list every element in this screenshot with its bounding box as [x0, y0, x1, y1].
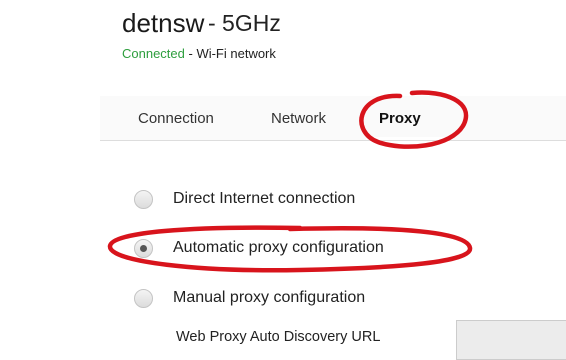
radio-automatic-proxy[interactable]: [134, 238, 153, 258]
wpad-url-input[interactable]: [456, 320, 566, 360]
option-direct-label: Direct Internet connection: [173, 190, 356, 207]
radio-manual-proxy[interactable]: [134, 288, 153, 308]
network-band: - 5GHz: [208, 10, 281, 36]
status-network-type: - Wi-Fi network: [184, 46, 276, 61]
option-automatic-proxy[interactable]: Automatic proxy configuration: [134, 235, 384, 261]
option-direct-connection[interactable]: Direct Internet connection: [134, 186, 355, 212]
settings-tabs: Connection Network Proxy: [100, 96, 566, 141]
option-manual-proxy[interactable]: Manual proxy configuration: [134, 285, 365, 311]
tab-proxy[interactable]: Proxy: [379, 110, 421, 127]
wpad-url-label: Web Proxy Auto Discovery URL: [176, 329, 381, 345]
connection-status: Connected - Wi-Fi network: [122, 46, 276, 61]
option-manual-label: Manual proxy configuration: [173, 289, 366, 306]
tab-network[interactable]: Network: [271, 110, 326, 127]
option-automatic-label: Automatic proxy configuration: [173, 239, 384, 256]
tab-connection[interactable]: Connection: [138, 110, 214, 127]
status-connected-text: Connected: [122, 46, 185, 61]
active-tab-indicator: [366, 137, 448, 140]
network-name: detnsw: [122, 8, 205, 38]
radio-direct-connection[interactable]: [134, 189, 153, 209]
